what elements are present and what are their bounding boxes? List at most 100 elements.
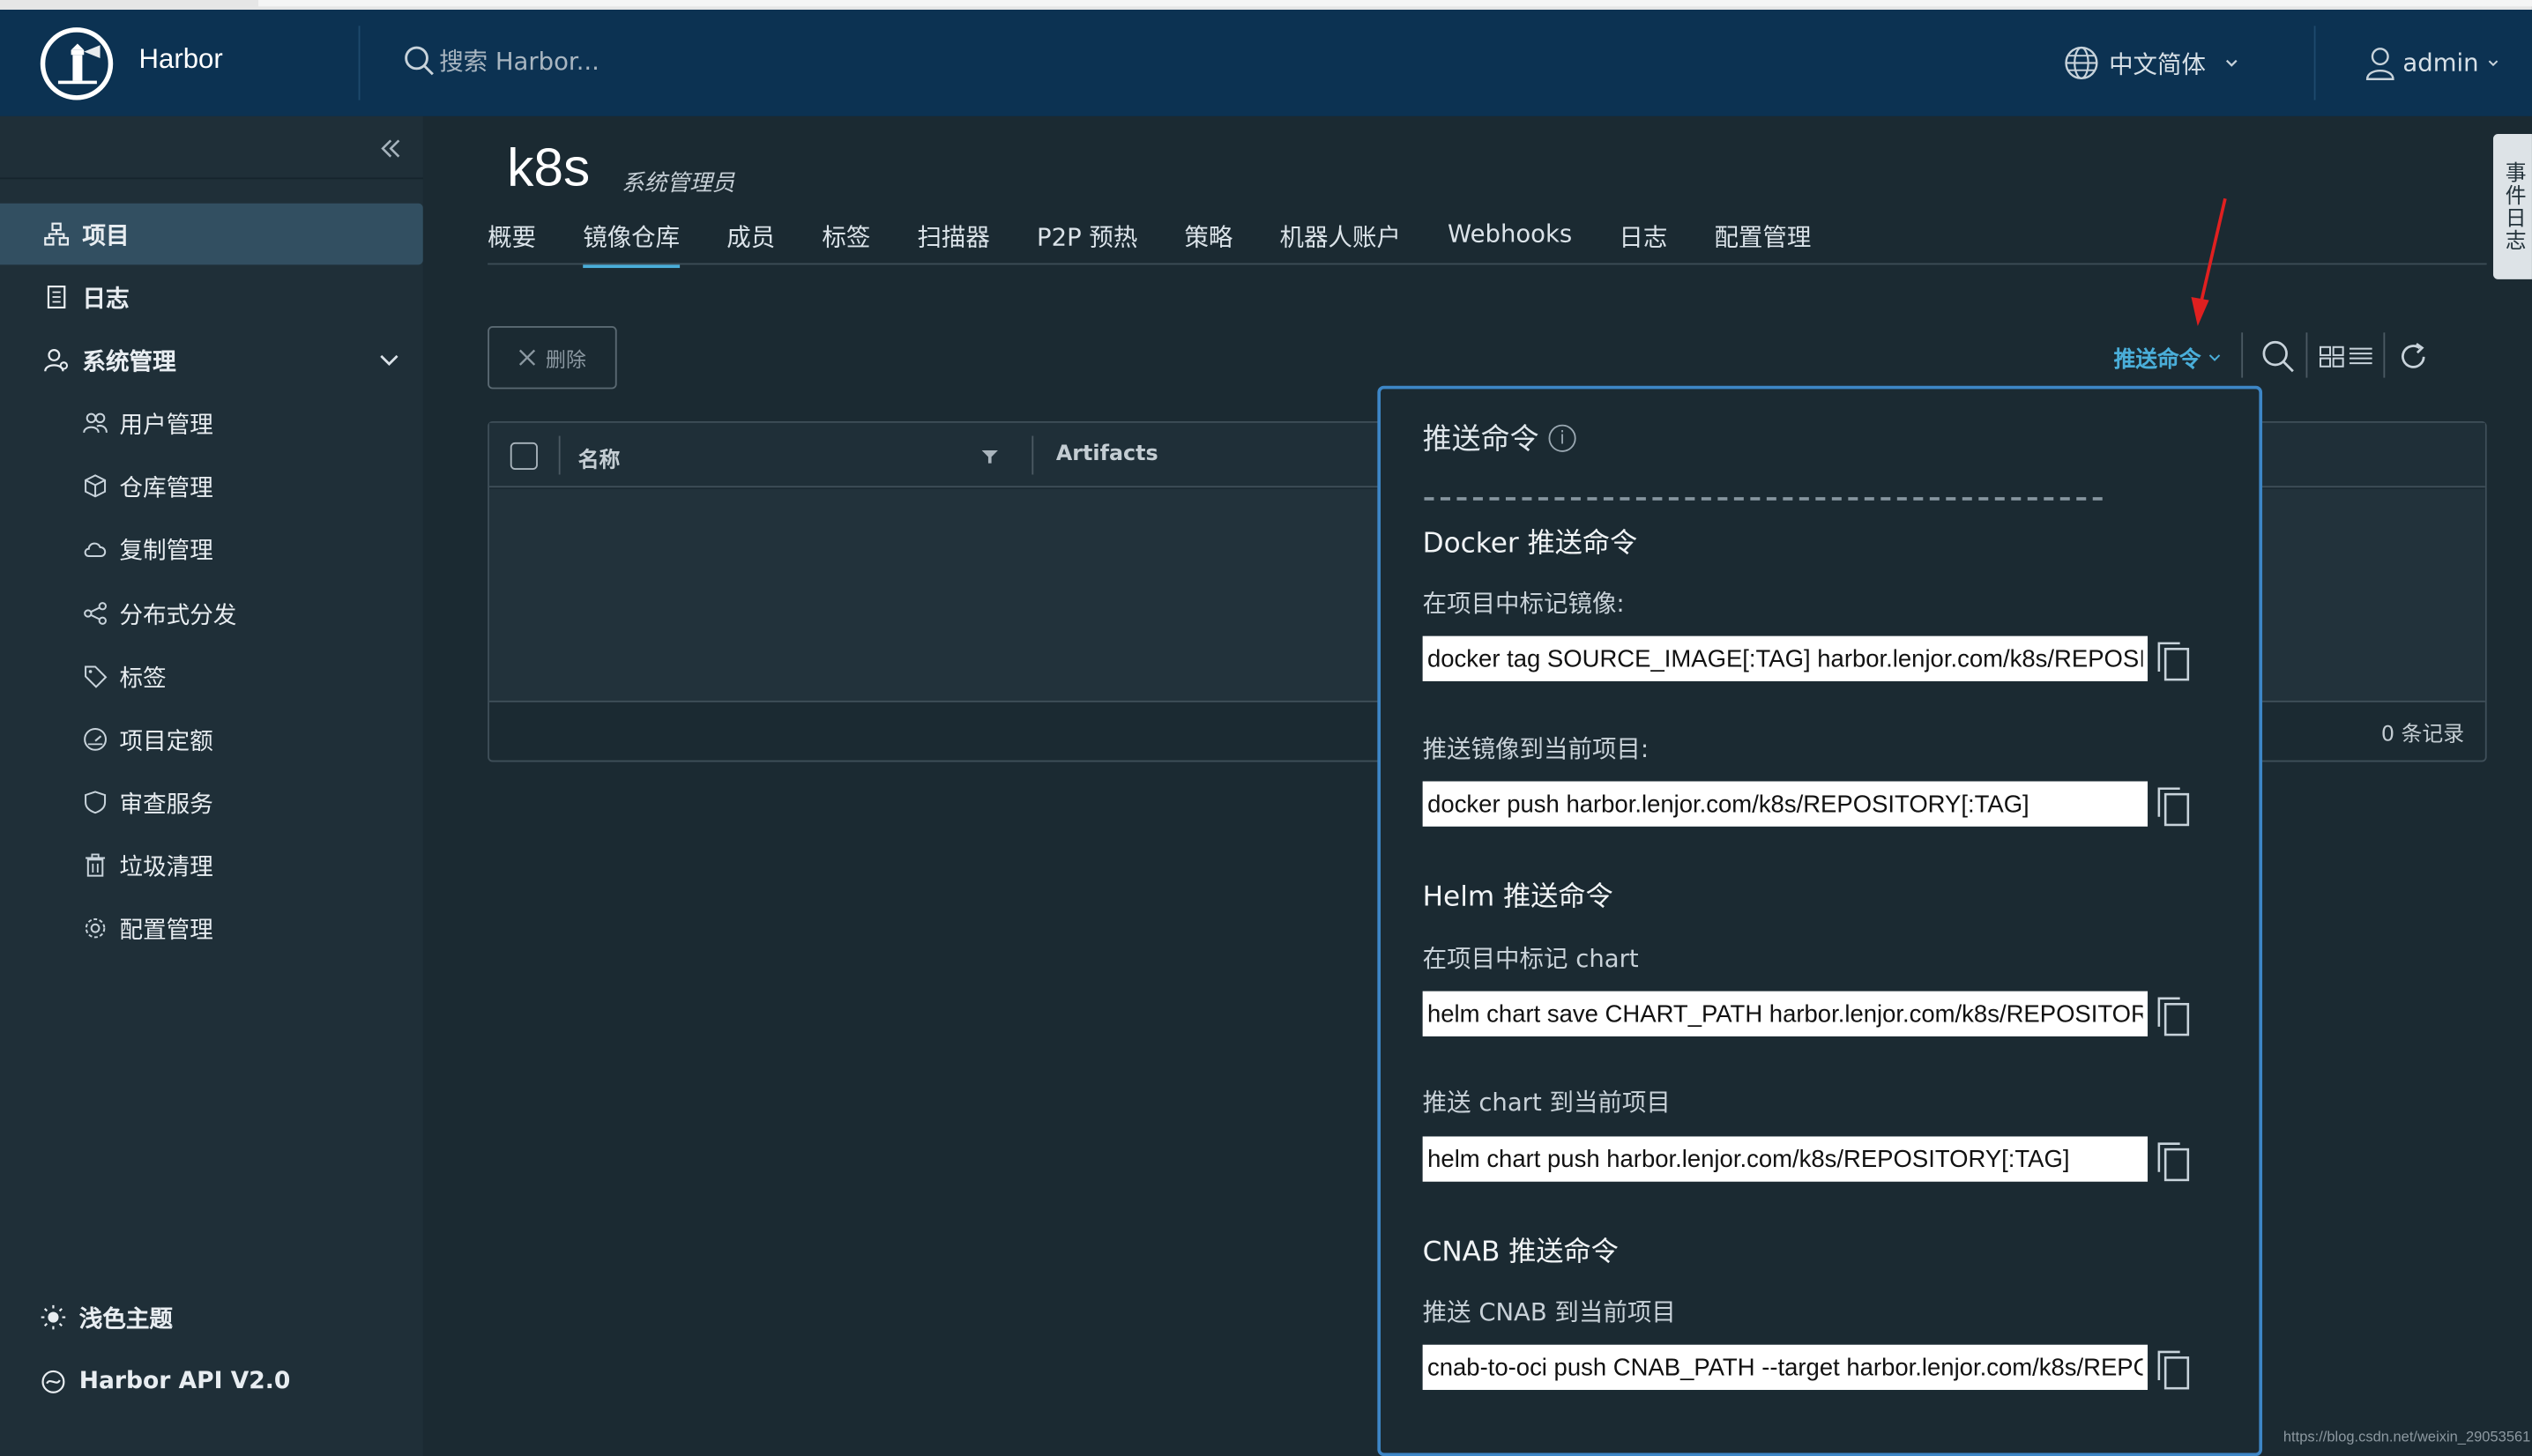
global-search[interactable]	[404, 45, 763, 78]
sun-icon	[41, 1304, 66, 1330]
trash-icon	[86, 853, 106, 877]
docker-push-command[interactable]	[1422, 781, 2148, 827]
record-count: 0 条记录	[2380, 723, 2465, 748]
helm-tag-command[interactable]	[1422, 991, 2148, 1036]
tab-members[interactable]: 成员	[726, 219, 775, 264]
sidebar-item-interrogation[interactable]: 审查服务	[0, 772, 423, 834]
toolbar-divider	[2383, 332, 2386, 378]
sidebar-item-registries[interactable]: 仓库管理	[0, 456, 423, 517]
sidebar-item-label: 仓库管理	[119, 475, 213, 501]
sidebar-item-label: 分布式分发	[119, 603, 237, 629]
api-label: Harbor API V2.0	[78, 1369, 291, 1395]
top-header: Harbor 中文简体	[0, 9, 2532, 116]
search-input[interactable]	[439, 47, 763, 77]
copy-icon[interactable]	[2156, 1141, 2191, 1184]
docker-tag-command[interactable]	[1422, 635, 2148, 681]
column-name[interactable]: 名称	[578, 442, 621, 472]
column-divider	[558, 435, 561, 475]
push-command-dropdown[interactable]: 推送命令	[2114, 340, 2223, 373]
harbor-logo[interactable]	[40, 27, 114, 100]
sidebar-item-label: 垃圾清理	[119, 854, 213, 881]
event-log-side-tab[interactable]: 事件日志	[2492, 134, 2532, 279]
language-label: 中文简体	[2109, 48, 2206, 78]
sidebar-item-quotas[interactable]: 项目定额	[0, 709, 423, 770]
popover-title: 推送命令 i	[1423, 417, 1576, 459]
sidebar-item-label: 项目	[82, 223, 130, 249]
helm-tag-label: 在项目中标记 chart	[1422, 944, 1639, 974]
toolbar-divider	[2305, 332, 2308, 378]
chevron-down-icon	[2208, 353, 2221, 360]
watermark: https://blog.csdn.net/weixin_29053561	[2283, 1428, 2531, 1445]
tab-robot-accounts[interactable]: 机器人账户	[1280, 219, 1401, 264]
copy-icon[interactable]	[2156, 641, 2191, 683]
sidebar-item-gc[interactable]: 垃圾清理	[0, 835, 423, 896]
api-icon	[41, 1370, 65, 1393]
helm-push-label: 推送 chart 到当前项目	[1422, 1088, 1671, 1118]
user-icon	[2365, 48, 2394, 80]
project-role: 系统管理员	[622, 171, 735, 197]
push-command-popover: 推送命令 i Docker 推送命令 在项目中标记镜像: 推送镜像到当前项目: …	[1377, 385, 2263, 1456]
helm-push-command[interactable]	[1422, 1136, 2148, 1182]
column-artifacts[interactable]: Artifacts	[1056, 442, 1158, 466]
cloud-sync-icon	[84, 542, 107, 557]
sidebar-separator	[0, 177, 423, 180]
search-icon[interactable]	[2260, 339, 2296, 375]
tab-repositories[interactable]: 镜像仓库	[583, 219, 681, 269]
sidebar-item-label: 项目定额	[119, 728, 213, 755]
tab-scanner[interactable]: 扫描器	[917, 219, 989, 264]
annotation-arrow	[2191, 197, 2227, 326]
column-divider	[1031, 435, 1034, 475]
sidebar: 项目 日志 系统管理 用户管理 仓库管理 复制管理 分布式分发 标签 项目定额 …	[0, 115, 423, 1456]
sidebar-item-configuration[interactable]: 配置管理	[0, 897, 423, 959]
sidebar-item-logs[interactable]: 日志	[0, 266, 423, 328]
project-title: k8s	[507, 137, 591, 197]
sidebar-item-label: 用户管理	[119, 412, 213, 439]
project-icon	[44, 222, 70, 246]
user-name: admin	[2402, 48, 2479, 78]
helm-heading: Helm 推送命令	[1422, 881, 1613, 914]
tab-p2p-preheat[interactable]: P2P 预热	[1037, 219, 1137, 264]
refresh-icon[interactable]	[2396, 339, 2431, 375]
copy-icon[interactable]	[2156, 996, 2191, 1038]
push-command-label: 推送命令	[2113, 346, 2201, 374]
theme-label: 浅色主题	[78, 1306, 173, 1333]
brand-name[interactable]: Harbor	[139, 43, 223, 76]
share-icon	[84, 602, 107, 625]
tab-webhooks[interactable]: Webhooks	[1448, 219, 1572, 264]
language-selector[interactable]: 中文简体	[2064, 45, 2242, 80]
search-icon	[405, 46, 434, 76]
copy-icon[interactable]	[2156, 786, 2191, 828]
chevron-down-icon	[2488, 60, 2498, 67]
sidebar-item-label: 审查服务	[119, 791, 213, 818]
user-menu[interactable]: admin	[2364, 45, 2501, 80]
theme-toggle[interactable]: 浅色主题	[0, 1287, 423, 1348]
sidebar-item-label: 系统管理	[82, 349, 176, 375]
collapse-sidebar-icon[interactable]	[378, 136, 404, 161]
delete-button[interactable]: 删除	[488, 325, 617, 390]
info-icon[interactable]: i	[1548, 423, 1576, 451]
tab-summary[interactable]: 概要	[488, 219, 536, 264]
sidebar-item-users[interactable]: 用户管理	[0, 392, 423, 454]
tab-labels[interactable]: 标签	[822, 219, 870, 264]
card-list-view-icon[interactable]	[2317, 339, 2375, 375]
sidebar-item-replications[interactable]: 复制管理	[0, 518, 423, 580]
toolbar-divider	[2241, 332, 2244, 378]
tab-configuration[interactable]: 配置管理	[1714, 219, 1811, 264]
copy-icon[interactable]	[2156, 1349, 2191, 1392]
api-explorer-link[interactable]: Harbor API V2.0	[0, 1351, 423, 1413]
sidebar-item-projects[interactable]: 项目	[0, 203, 423, 265]
tab-logs[interactable]: 日志	[1619, 219, 1667, 264]
sidebar-item-administration[interactable]: 系统管理	[0, 330, 423, 391]
sidebar-item-labels[interactable]: 标签	[0, 646, 423, 708]
lighthouse-icon	[57, 42, 100, 84]
sidebar-item-label: 配置管理	[119, 917, 213, 944]
docker-heading: Docker 推送命令	[1422, 527, 1638, 561]
tag-icon	[85, 665, 108, 688]
tab-policy[interactable]: 策略	[1184, 219, 1232, 264]
sidebar-item-distributions[interactable]: 分布式分发	[0, 583, 423, 644]
select-all-checkbox[interactable]	[510, 442, 538, 470]
cnab-push-command[interactable]	[1422, 1344, 2148, 1391]
filter-icon[interactable]	[981, 449, 998, 464]
gauge-icon	[84, 727, 107, 751]
cube-icon	[85, 474, 107, 498]
